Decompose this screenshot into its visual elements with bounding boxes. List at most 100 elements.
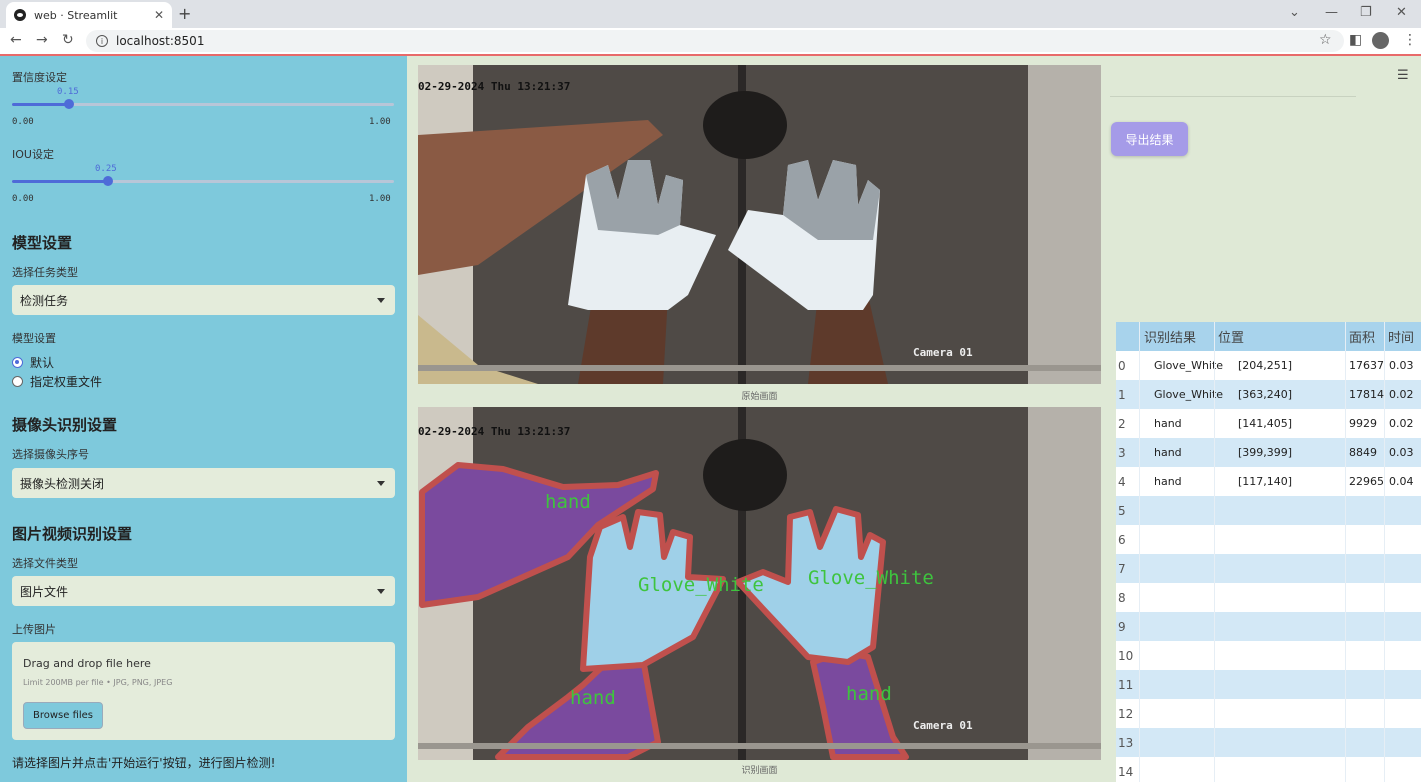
- table-row[interactable]: 4 hand [117,140] 22965 0.04: [1116, 467, 1421, 496]
- row-index: 0: [1118, 358, 1126, 373]
- file-type-value: 图片文件: [20, 584, 69, 599]
- browse-files-button[interactable]: Browse files: [23, 702, 103, 729]
- window-close-icon[interactable]: ✕: [1396, 5, 1407, 20]
- iou-slider-fill: [12, 180, 108, 183]
- confidence-min: 0.00: [12, 117, 34, 127]
- back-icon[interactable]: ←: [10, 32, 22, 48]
- upload-label: 上传图片: [12, 623, 56, 636]
- radio-default[interactable]: 默认: [12, 354, 54, 371]
- iou-slider-thumb[interactable]: [102, 176, 113, 186]
- divider: [1110, 96, 1356, 97]
- row-index: 12: [1118, 706, 1134, 721]
- row-time: 0.02: [1389, 417, 1414, 430]
- reload-icon[interactable]: ↻: [62, 32, 74, 48]
- confidence-slider-fill: [12, 103, 70, 106]
- profile-avatar-icon[interactable]: [1372, 32, 1389, 49]
- chevron-down-icon: [377, 589, 385, 594]
- dropzone-limit: Limit 200MB per file • JPG, PNG, JPEG: [23, 678, 173, 687]
- table-row[interactable]: 10: [1116, 641, 1421, 670]
- bookmark-star-icon[interactable]: ☆: [1319, 32, 1332, 48]
- table-row[interactable]: 6: [1116, 525, 1421, 554]
- row-index: 1: [1118, 387, 1126, 402]
- chevron-down-icon: [377, 481, 385, 486]
- row-area: 22965: [1349, 475, 1384, 488]
- row-index: 2: [1118, 416, 1126, 431]
- result-caption: 识别画面: [741, 766, 778, 776]
- iou-slider[interactable]: [12, 176, 394, 186]
- task-type-select[interactable]: 检测任务: [12, 285, 395, 315]
- camera-section-title: 摄像头识别设置: [12, 416, 118, 434]
- radio-custom-weights[interactable]: 指定权重文件: [12, 373, 102, 390]
- restore-icon[interactable]: ❐: [1360, 5, 1372, 20]
- table-row[interactable]: 13: [1116, 728, 1421, 757]
- row-position: [117,140]: [1238, 475, 1293, 488]
- row-index: 3: [1118, 445, 1126, 460]
- table-row[interactable]: 3 hand [399,399] 8849 0.03: [1116, 438, 1421, 467]
- iou-min: 0.00: [12, 194, 34, 204]
- hamburger-menu-icon[interactable]: ☰: [1397, 68, 1409, 83]
- browser-tab[interactable]: web · Streamlit ✕: [6, 2, 172, 28]
- results-table[interactable]: 识别结果 位置 面积 时间 0 Glove_White [204,251] 17637…: [1116, 322, 1421, 782]
- model-section-title: 模型设置: [12, 234, 73, 252]
- side-panel-icon[interactable]: ◧: [1349, 32, 1362, 48]
- row-position: [141,405]: [1238, 417, 1293, 430]
- original-camera-label: Camera 01: [913, 346, 973, 359]
- row-index: 10: [1118, 648, 1134, 663]
- table-row[interactable]: 1 Glove_White [363,240] 17814 0.02: [1116, 380, 1421, 409]
- detection-label: Glove_White: [638, 574, 764, 596]
- tab-search-icon[interactable]: ⌄: [1289, 5, 1300, 20]
- camera-index-label: 选择摄像头序号: [12, 448, 89, 461]
- table-row[interactable]: 11: [1116, 670, 1421, 699]
- forward-icon[interactable]: →: [36, 32, 48, 48]
- file-dropzone[interactable]: Drag and drop file here Limit 200MB per …: [12, 642, 395, 740]
- confidence-slider-thumb[interactable]: [64, 99, 75, 109]
- browser-menu-icon[interactable]: ⋮: [1403, 32, 1417, 48]
- confidence-label: 置信度设定: [12, 71, 67, 84]
- file-type-select[interactable]: 图片文件: [12, 576, 395, 606]
- table-row[interactable]: 7: [1116, 554, 1421, 583]
- url-field[interactable]: i localhost:8501: [86, 30, 1344, 52]
- row-index: 4: [1118, 474, 1126, 489]
- row-time: 0.03: [1389, 359, 1414, 372]
- url-text: localhost:8501: [116, 34, 205, 48]
- row-index: 7: [1118, 561, 1126, 576]
- result-camera-label: Camera 01: [913, 719, 973, 732]
- minimize-icon[interactable]: —: [1325, 5, 1338, 20]
- media-section-title: 图片视频识别设置: [12, 525, 133, 543]
- table-row[interactable]: 2 hand [141,405] 9929 0.02: [1116, 409, 1421, 438]
- table-row[interactable]: 9: [1116, 612, 1421, 641]
- column-divider: [1345, 322, 1346, 782]
- site-info-icon[interactable]: i: [96, 35, 108, 47]
- iou-label: IOU设定: [12, 148, 54, 161]
- detection-label: Glove_White: [808, 567, 934, 589]
- detection-label: hand: [570, 687, 616, 709]
- iou-max: 1.00: [369, 194, 391, 204]
- table-row[interactable]: 12: [1116, 699, 1421, 728]
- confidence-slider[interactable]: [12, 99, 394, 109]
- result-timestamp: 02-29-2024 Thu 13:21:37: [418, 425, 571, 438]
- row-index: 13: [1118, 735, 1134, 750]
- confidence-value: 0.15: [57, 87, 79, 97]
- table-row[interactable]: 14: [1116, 757, 1421, 782]
- table-row[interactable]: 0 Glove_White [204,251] 17637 0.03: [1116, 351, 1421, 380]
- row-area: 9929: [1349, 417, 1377, 430]
- row-index: 11: [1118, 677, 1134, 692]
- confidence-max: 1.00: [369, 117, 391, 127]
- task-type-value: 检测任务: [20, 293, 69, 308]
- export-results-button[interactable]: 导出结果: [1111, 122, 1188, 156]
- tab-title: web · Streamlit: [34, 8, 118, 22]
- model-settings-label: 模型设置: [12, 332, 56, 345]
- new-tab-icon[interactable]: +: [178, 4, 191, 23]
- camera-index-select[interactable]: 摄像头检测关闭: [12, 468, 395, 498]
- row-index: 8: [1118, 590, 1126, 605]
- radio-default-label: 默认: [30, 356, 55, 370]
- streamlit-favicon-icon: [14, 9, 26, 21]
- original-timestamp: 02-29-2024 Thu 13:21:37: [418, 80, 571, 93]
- dropzone-title: Drag and drop file here: [23, 657, 151, 670]
- table-row[interactable]: 5: [1116, 496, 1421, 525]
- table-row[interactable]: 8: [1116, 583, 1421, 612]
- row-time: 0.04: [1389, 475, 1414, 488]
- tab-close-icon[interactable]: ✕: [154, 8, 164, 22]
- main-area: 02-29-2024 Thu 13:21:37 Camera 01 原始画面 0…: [407, 56, 1421, 782]
- row-index: 5: [1118, 503, 1126, 518]
